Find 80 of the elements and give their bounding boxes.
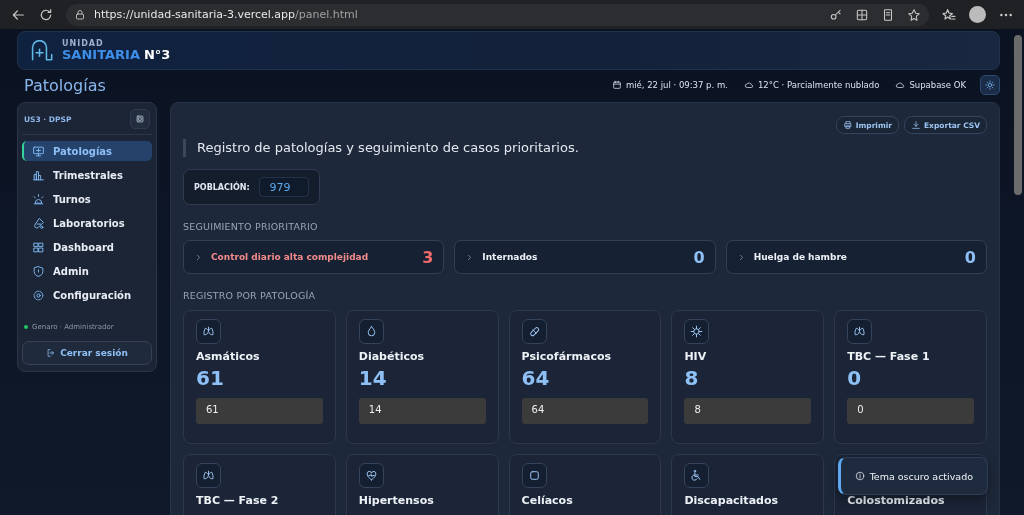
logout-button[interactable]: Cerrar sesión <box>22 341 152 365</box>
info-icon <box>854 471 865 481</box>
database-status: Supabase OK <box>909 80 966 90</box>
lungs-icon <box>196 463 221 488</box>
section-title: SEGUIMIENTO PRIORITARIO <box>183 221 319 232</box>
brand-name: SANITARIA <box>62 48 140 61</box>
page-title: Patologías <box>24 75 106 95</box>
sidebar-item[interactable]: Admin <box>22 261 152 281</box>
cloud-icon <box>895 80 906 90</box>
count-input[interactable]: 14 <box>358 398 486 424</box>
app-icon[interactable] <box>855 7 869 22</box>
key-icon[interactable] <box>829 7 843 22</box>
weather-text: 12°C · Parcialmente nublado <box>757 80 880 90</box>
priority-card[interactable]: Huelga de hambre 0 <box>725 240 987 274</box>
pathology-count: 14 <box>358 366 387 390</box>
pathology-name: Discapacitados <box>684 494 779 507</box>
count-input[interactable]: 8 <box>684 398 812 424</box>
pathology-count: 64 <box>521 366 550 390</box>
settings-icon <box>32 288 45 302</box>
pathology-count: 8 <box>684 366 699 390</box>
sidebar-item[interactable]: Laboratorios <box>22 213 152 233</box>
sun-icon <box>985 80 995 90</box>
brand-subtitle: UNIDAD <box>62 40 105 48</box>
pathology-name: Colostomizados <box>847 494 945 507</box>
lungs-icon <box>196 319 221 344</box>
pathology-name: Celíacos <box>521 494 573 507</box>
population-label: POBLACIÓN: <box>194 182 250 192</box>
count-input[interactable]: 0 <box>847 398 974 424</box>
date-time: mié, 22 jul · 09:37 p. m. <box>625 80 728 90</box>
pathology-name: HIV <box>684 350 707 363</box>
pathology-name: Psicofármacos <box>521 350 611 363</box>
download-icon <box>911 120 921 130</box>
theme-toggle-button[interactable] <box>980 75 1000 95</box>
pathology-count: 61 <box>196 366 224 390</box>
pathology-name: Hipertensos <box>358 494 434 507</box>
count-input[interactable]: 64 <box>521 398 649 424</box>
chevron-icon <box>194 252 203 262</box>
sidebar-item[interactable]: Patologías <box>22 141 152 161</box>
pathology-count: 0 <box>847 366 862 390</box>
sidebar-item[interactable]: Dashboard <box>22 237 152 257</box>
shield-icon <box>32 264 45 278</box>
profile-avatar[interactable] <box>969 6 986 23</box>
pathology-name: TBC — Fase 1 <box>847 350 930 363</box>
star-icon[interactable] <box>907 7 921 22</box>
address-bar[interactable]: https://unidad-sanitaria-3.vercel.app/panel.html <box>66 3 929 26</box>
brand-number: N°3 <box>143 48 171 61</box>
population-field[interactable]: 979 <box>258 177 309 197</box>
count-input[interactable]: 61 <box>196 398 323 424</box>
favorites-icon[interactable] <box>941 6 957 23</box>
reader-icon[interactable] <box>881 7 895 22</box>
reload-icon[interactable] <box>38 6 54 23</box>
scrollbar[interactable] <box>1014 35 1022 195</box>
grid-icon <box>32 240 45 254</box>
printer-icon <box>842 120 853 130</box>
bar-chart-icon <box>32 168 45 182</box>
alarm-icon <box>32 192 45 206</box>
pathology-name: TBC — Fase 2 <box>196 494 279 507</box>
section-title: REGISTRO POR PATOLOGÍA <box>183 290 317 301</box>
pathology-name: Diabéticos <box>358 350 425 363</box>
page-subtitle: Registro de patologías y seguimiento de casos prioritarios. <box>183 139 987 157</box>
drop-icon <box>358 319 384 344</box>
panel-icon <box>135 114 145 124</box>
pathology-name: Asmáticos <box>196 350 260 363</box>
sidebar-item[interactable]: Configuración <box>22 285 152 305</box>
wheelchair-icon <box>684 463 710 488</box>
sidebar-item[interactable]: Trimestrales <box>22 165 152 185</box>
priority-card[interactable]: Control diario alta complejidad 3 <box>183 240 445 274</box>
priority-card[interactable]: Internados 0 <box>454 240 716 274</box>
pill-icon <box>521 319 547 344</box>
toast-message: Tema oscuro activado <box>869 470 973 482</box>
lungs-icon <box>847 319 873 344</box>
logout-icon <box>46 348 57 358</box>
collapse-sidebar-button[interactable] <box>130 109 150 129</box>
cloud-icon <box>743 80 754 90</box>
square-icon <box>521 463 547 488</box>
monitor-icon <box>32 144 45 158</box>
calendar-icon <box>611 80 622 90</box>
site-info-icon[interactable] <box>74 8 86 21</box>
virus-icon <box>684 319 710 344</box>
sidebar-item[interactable]: Turnos <box>22 189 152 209</box>
